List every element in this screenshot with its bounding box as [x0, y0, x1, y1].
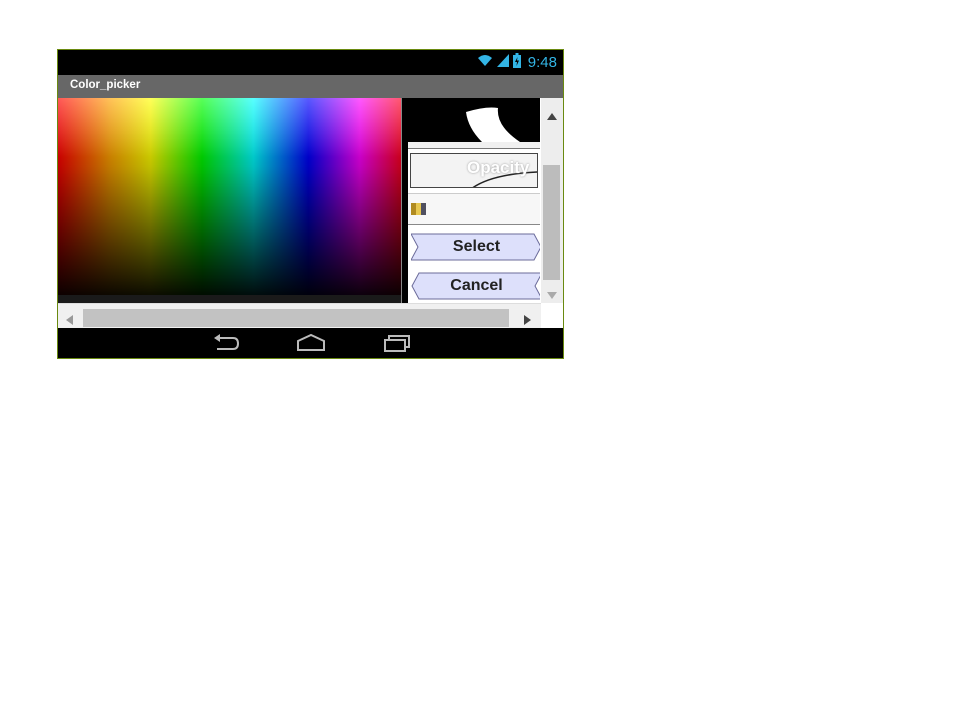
- scroll-down-icon[interactable]: [547, 286, 557, 304]
- wifi-icon: [477, 53, 493, 72]
- spectrum-edge: [58, 295, 401, 303]
- signal-icon: [496, 53, 509, 72]
- panel-divider: [401, 98, 408, 303]
- horizontal-scrollbar[interactable]: [58, 303, 541, 330]
- scrollbar-corner: [541, 303, 563, 329]
- scroll-up-icon[interactable]: [547, 107, 557, 125]
- navigation-bar: [58, 328, 563, 358]
- action-bar: Color_picker: [58, 75, 563, 98]
- vertical-scroll-thumb[interactable]: [543, 165, 560, 280]
- cancel-button-label: Cancel: [450, 277, 503, 294]
- opacity-label: Opacity: [467, 158, 530, 177]
- recents-icon[interactable]: [382, 332, 412, 354]
- android-device-frame: 9:48 Color_picker Opacity Select Cancel: [57, 49, 564, 359]
- cancel-button[interactable]: Cancel: [411, 272, 540, 300]
- status-time: 9:48: [527, 54, 557, 71]
- horizontal-scroll-thumb[interactable]: [83, 309, 509, 327]
- picker-controls-panel: Opacity Select Cancel: [408, 98, 540, 303]
- hue-wheel-segment: [466, 107, 520, 142]
- select-button[interactable]: Select: [411, 233, 540, 261]
- battery-icon: [512, 52, 521, 73]
- color-spectrum[interactable]: [58, 98, 401, 295]
- home-icon[interactable]: [295, 332, 327, 354]
- app-title: Color_picker: [70, 79, 141, 91]
- select-button-label: Select: [452, 238, 501, 255]
- opacity-slider[interactable]: Opacity: [410, 153, 538, 188]
- color-picker-content: Opacity Select Cancel: [58, 98, 563, 353]
- back-icon[interactable]: [211, 332, 241, 354]
- color-swatch-icon: [411, 202, 427, 221]
- color-preview: [408, 98, 540, 142]
- vertical-scrollbar[interactable]: [541, 98, 563, 303]
- status-bar: 9:48: [58, 50, 563, 75]
- preview-separator: [408, 142, 540, 149]
- color-swatch-row: [408, 193, 540, 225]
